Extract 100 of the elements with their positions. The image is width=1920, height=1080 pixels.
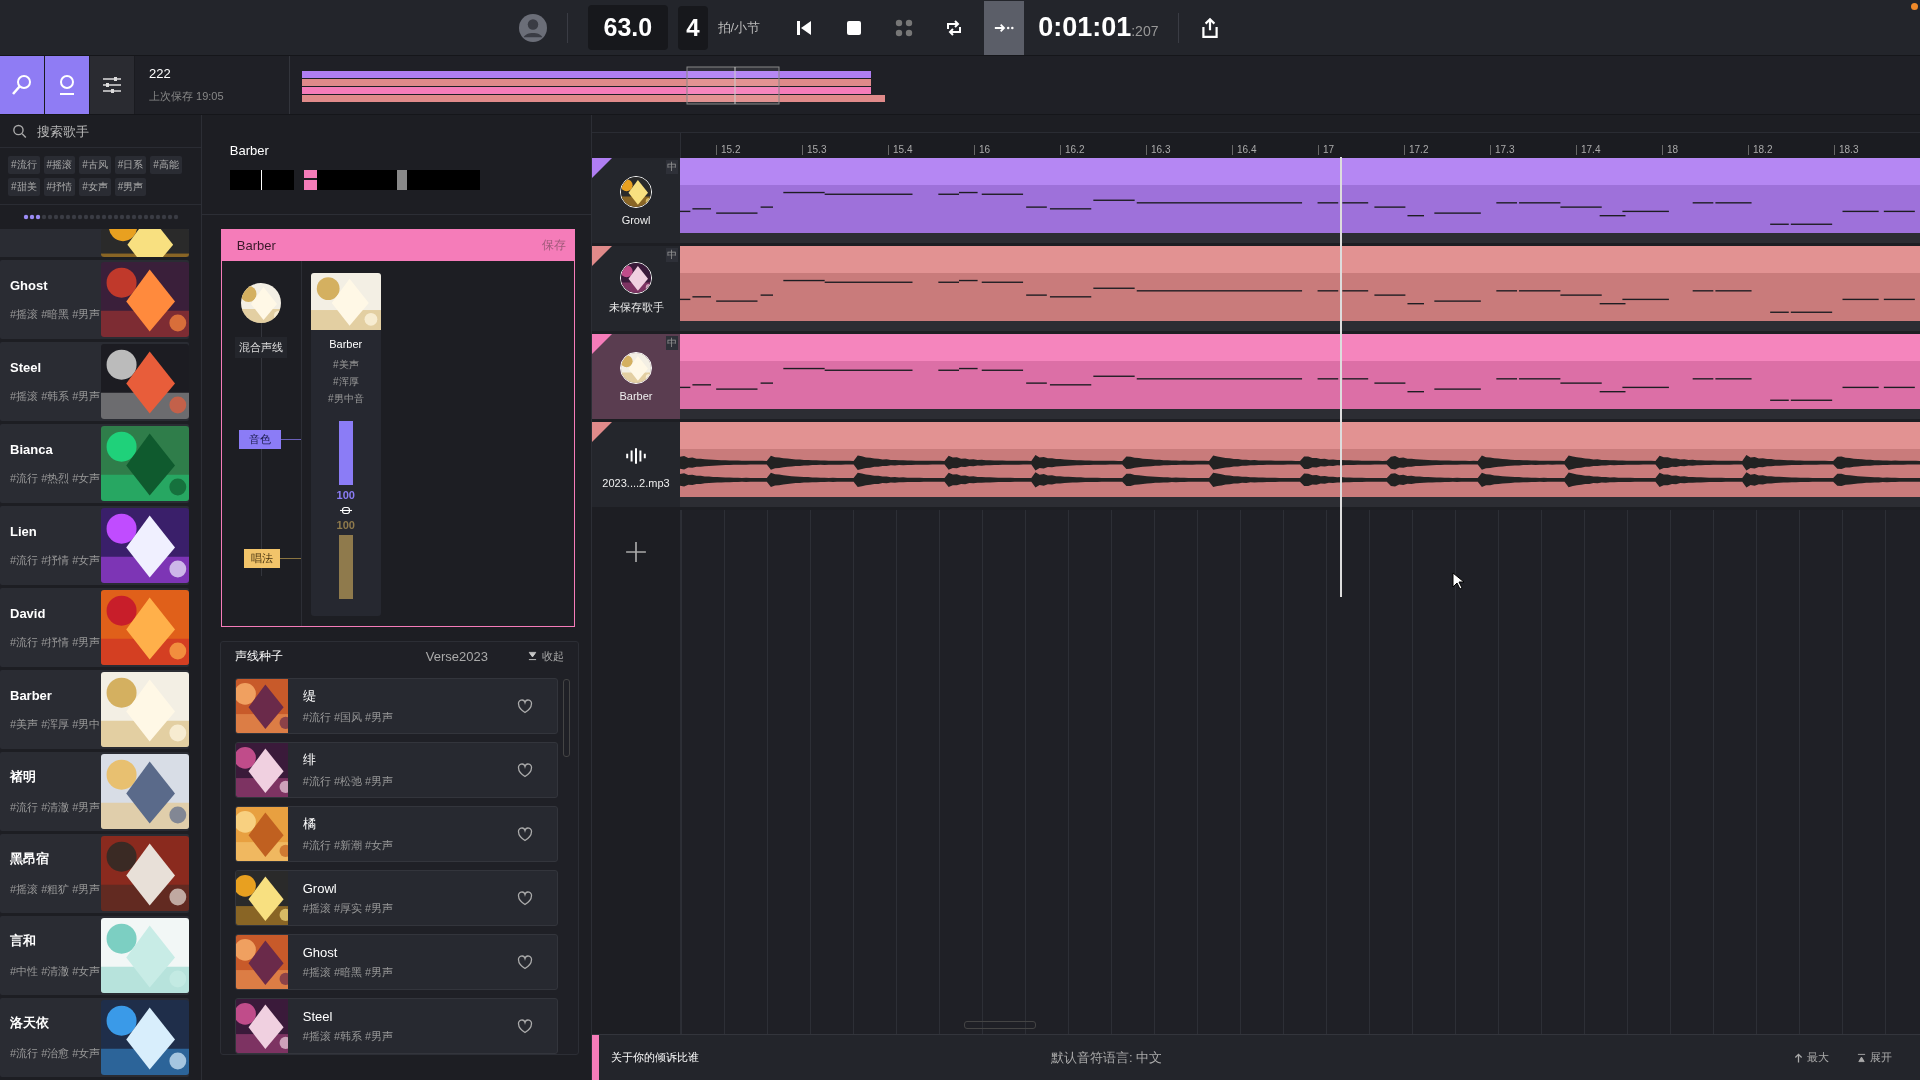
singer-card[interactable]: Barber #美声 #浑厚 #男中 (0, 670, 189, 749)
voice-name: Barber (329, 338, 363, 350)
seed-item[interactable]: Growl #摇滚 #厚实 #男声 (234, 870, 558, 926)
style-value: 100 (336, 519, 355, 531)
seed-tags: #摇滚 #厚实 #男声 (302, 900, 517, 916)
tag-filter[interactable]: #古风 (79, 156, 111, 174)
note-language-text[interactable]: 默认音符语言: 中文 (1051, 1048, 1794, 1067)
track-header[interactable]: 2023....2.mp3 (592, 422, 680, 507)
language-badge[interactable]: 中 (666, 248, 678, 262)
heart-icon[interactable] (517, 954, 533, 970)
singer-name: Bianca (10, 441, 54, 457)
link-icon[interactable] (339, 506, 352, 515)
singer-card[interactable]: 洛天依 #流行 #治愈 #女声 (0, 998, 189, 1077)
voice-mode-tab[interactable] (45, 56, 90, 114)
beats-unit: 拍/小节 (717, 18, 761, 37)
ruler-label: 16 (974, 145, 1060, 155)
singer-tags: #流行 #抒情 #男声 (10, 634, 101, 650)
up-arrow-icon (1794, 1052, 1803, 1063)
seed-tags: #摇滚 #韩系 #男声 (302, 1028, 517, 1044)
singer-card[interactable]: Ghost #摇滚 #暗黑 #男声 (0, 260, 189, 339)
tag-filter[interactable]: #女声 (79, 178, 111, 196)
language-badge[interactable]: 中 (666, 160, 678, 174)
heart-icon[interactable] (517, 762, 533, 778)
voice-tag: #美声 (332, 356, 359, 373)
ruler-label: 17.2 (1404, 145, 1490, 155)
heart-icon[interactable] (517, 698, 533, 714)
timbre-value: 100 (336, 489, 355, 501)
track-name: 2023....2.mp3 (602, 476, 670, 489)
tag-filter[interactable]: #流行 (8, 156, 40, 174)
scrollbar[interactable] (964, 1021, 1036, 1029)
ruler-label: 15.2 (716, 145, 802, 155)
seed-item[interactable]: Steel #摇滚 #韩系 #男声 (234, 998, 558, 1054)
tag-filter[interactable]: #甜美 (8, 178, 40, 196)
expand-icon (1857, 1052, 1866, 1063)
style-level-bar[interactable] (338, 535, 353, 599)
follow-button[interactable] (984, 0, 1025, 55)
singer-name: Lien (10, 523, 38, 539)
mixer-mode-tab[interactable] (90, 56, 135, 114)
singer-tags: #摇滚 #粗犷 #男声 (10, 882, 101, 897)
tag-filter[interactable]: #高能 (150, 156, 182, 174)
tag-filter[interactable]: #抒情 (43, 178, 76, 196)
voice-card[interactable]: Barber #美声 #浑厚 #男中音 100 100 (310, 273, 381, 616)
seed-tags: #流行 #国风 #男声 (302, 710, 517, 725)
last-saved-text: 上次保存 19:05 (149, 89, 225, 104)
search-icon (12, 123, 27, 139)
beats-field[interactable]: 4 (678, 5, 708, 50)
cursor-icon (1452, 572, 1464, 590)
seed-item[interactable]: 橘 #流行 #新潮 #女声 (234, 806, 558, 862)
track-header[interactable]: 中 未保存歌手 (592, 246, 680, 331)
singer-name: 言和 (10, 932, 37, 950)
ruler-label: 16.2 (1060, 145, 1146, 155)
track-name: Growl (621, 213, 651, 226)
track-header[interactable]: 中 Growl (592, 158, 680, 243)
singer-card[interactable]: 黑昂宿 #摇滚 #粗犷 #男声 (0, 834, 189, 913)
ruler-label: 16.3 (1146, 145, 1232, 155)
voice-tag: #浑厚 (332, 373, 359, 390)
seed-item[interactable]: 缇 #流行 #国风 #男声 (234, 678, 558, 734)
singer-card[interactable]: Steel #摇滚 #韩系 #男声 (0, 342, 189, 421)
seed-name: Steel (302, 1008, 334, 1024)
voice-tag: #男中音 (327, 390, 364, 407)
tag-filter[interactable]: #摇滚 (43, 156, 76, 174)
seed-tags: #流行 #新潮 #女声 (302, 838, 517, 853)
heart-icon[interactable] (517, 826, 533, 842)
singer-card[interactable]: David #流行 #抒情 #男声 (0, 588, 189, 667)
seed-item[interactable]: 绯 #流行 #松弛 #男声 (234, 742, 558, 798)
seed-tags: #流行 #松弛 #男声 (302, 774, 517, 789)
singer-name: Ghost (10, 277, 49, 293)
singer-card[interactable]: 言和 #中性 #清澈 #女声 (0, 916, 189, 995)
seed-item[interactable]: Ghost #摇滚 #暗黑 #男声 (234, 934, 558, 990)
four-dots-icon (894, 17, 915, 38)
seed-name: 绯 (302, 751, 317, 769)
singer-name: 褚明 (10, 768, 37, 786)
expand-button[interactable]: 展开 (1857, 1050, 1892, 1065)
timbre-level-bar[interactable] (338, 421, 353, 485)
seed-name: 缇 (302, 687, 317, 705)
singer-mode-tab[interactable] (0, 56, 45, 114)
tag-filter[interactable]: #男声 (114, 178, 147, 196)
singer-tags: #中性 #清澈 #女声 (10, 964, 101, 979)
scrollbar[interactable] (563, 679, 570, 757)
singer-tags: #流行 #治愈 #女声 (10, 1046, 101, 1061)
track-header[interactable]: 中 Barber (592, 334, 680, 419)
singer-card[interactable]: Lien #流行 #抒情 #女声 (0, 506, 189, 585)
account-icon[interactable] (518, 13, 547, 42)
heart-icon[interactable] (517, 1018, 533, 1034)
maximize-button[interactable]: 最大 (1794, 1050, 1829, 1065)
collapse-button[interactable]: 收起 (528, 648, 564, 664)
tempo-field[interactable]: 63.0 (587, 5, 669, 50)
singer-card[interactable]: Bianca #流行 #热烈 #女声 (0, 424, 189, 503)
singer-name: 黑昂宿 (10, 850, 50, 868)
model-version: Verse2023 (425, 648, 488, 664)
style-label: 唱法 (243, 549, 280, 568)
track-name: 未保存歌手 (608, 300, 664, 315)
singer-card[interactable]: 褚明 #流行 #清澈 #男声 (0, 752, 189, 831)
ruler-label: 18 (1662, 145, 1748, 155)
language-badge[interactable]: 中 (666, 336, 678, 350)
heart-icon[interactable] (517, 890, 533, 906)
tag-filter[interactable]: #日系 (114, 156, 147, 174)
mix-label: 混合声线 (235, 337, 288, 358)
singer-tags: #美声 #浑厚 #男中 (10, 716, 101, 732)
search-field[interactable]: 搜索歌手 (34, 122, 189, 140)
